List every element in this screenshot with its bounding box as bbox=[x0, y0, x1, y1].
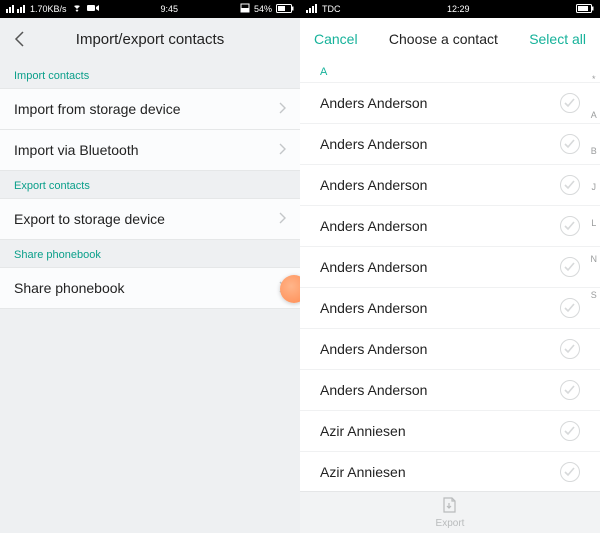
checkbox-circle[interactable] bbox=[560, 339, 580, 359]
contacts-list[interactable]: A Anders Anderson Anders Anderson Anders A… bbox=[300, 60, 600, 491]
status-carrier: TDC bbox=[322, 4, 341, 14]
contact-row[interactable]: Anders Anderson bbox=[300, 247, 600, 288]
checkbox-circle[interactable] bbox=[560, 134, 580, 154]
wifi-icon bbox=[71, 3, 83, 15]
row-label: Import from storage device bbox=[14, 101, 181, 117]
checkbox-circle[interactable] bbox=[560, 93, 580, 113]
status-battery-pct: 54% bbox=[254, 4, 272, 14]
video-icon bbox=[87, 4, 99, 14]
signal-icon bbox=[306, 3, 318, 15]
chevron-right-icon bbox=[278, 142, 286, 158]
contact-name: Anders Anderson bbox=[320, 300, 427, 316]
contact-row[interactable]: Anders Anderson bbox=[300, 165, 600, 206]
export-storage-row[interactable]: Export to storage device bbox=[0, 198, 300, 240]
section-label-share: Share phonebook bbox=[0, 239, 300, 267]
contact-name: Anders Anderson bbox=[320, 136, 427, 152]
sim-icon bbox=[240, 3, 250, 15]
select-all-button[interactable]: Select all bbox=[529, 31, 586, 47]
alpha-idx[interactable]: * bbox=[592, 74, 596, 84]
contact-row[interactable]: Anders Anderson bbox=[300, 329, 600, 370]
battery-icon bbox=[276, 4, 294, 15]
battery-icon bbox=[576, 4, 594, 15]
contact-name: Anders Anderson bbox=[320, 341, 427, 357]
screen-import-export: 1.70KB/s 9:45 54% Import/export contacts… bbox=[0, 0, 300, 533]
status-time-right: 12:29 bbox=[341, 4, 577, 14]
cancel-button[interactable]: Cancel bbox=[314, 31, 358, 47]
checkbox-circle[interactable] bbox=[560, 257, 580, 277]
status-time-left: 9:45 bbox=[99, 4, 240, 14]
checkbox-circle[interactable] bbox=[560, 421, 580, 441]
signal-icon bbox=[6, 3, 26, 15]
contact-name: Anders Anderson bbox=[320, 382, 427, 398]
header-left: Import/export contacts bbox=[0, 18, 300, 60]
section-label-import: Import contacts bbox=[0, 60, 300, 88]
contact-name: Anders Anderson bbox=[320, 218, 427, 234]
import-storage-row[interactable]: Import from storage device bbox=[0, 88, 300, 130]
page-title: Choose a contact bbox=[389, 31, 498, 47]
export-icon bbox=[441, 497, 459, 516]
contact-row[interactable]: Anders Anderson bbox=[300, 370, 600, 411]
export-label: Export bbox=[436, 518, 465, 529]
status-bar-right: TDC 12:29 bbox=[300, 0, 600, 18]
import-bluetooth-row[interactable]: Import via Bluetooth bbox=[0, 129, 300, 171]
contact-row[interactable]: Azir Anniesen bbox=[300, 411, 600, 452]
contact-row[interactable]: Anders Anderson bbox=[300, 288, 600, 329]
chevron-right-icon bbox=[278, 101, 286, 117]
contact-row[interactable]: Azir Anniesen bbox=[300, 452, 600, 491]
contact-row[interactable]: Anders Anderson bbox=[300, 82, 600, 124]
settings-list: Import contacts Import from storage devi… bbox=[0, 60, 300, 308]
row-label: Import via Bluetooth bbox=[14, 142, 139, 158]
contact-name: Anders Anderson bbox=[320, 259, 427, 275]
share-phonebook-row[interactable]: Share phonebook bbox=[0, 267, 300, 309]
row-label: Export to storage device bbox=[14, 211, 165, 227]
alpha-idx[interactable]: S bbox=[591, 290, 597, 300]
export-button[interactable]: Export bbox=[300, 491, 600, 533]
section-label-export: Export contacts bbox=[0, 170, 300, 198]
contact-name: Azir Anniesen bbox=[320, 423, 406, 439]
index-letter: A bbox=[300, 60, 600, 82]
contact-name: Anders Anderson bbox=[320, 177, 427, 193]
header-right: Cancel Choose a contact Select all bbox=[300, 18, 600, 60]
alpha-idx[interactable]: L bbox=[591, 218, 596, 228]
screen-choose-contact: TDC 12:29 Cancel Choose a contact Select… bbox=[300, 0, 600, 533]
checkbox-circle[interactable] bbox=[560, 175, 580, 195]
status-network: 1.70KB/s bbox=[30, 4, 67, 14]
contact-row[interactable]: Anders Anderson bbox=[300, 124, 600, 165]
alpha-scrollbar[interactable]: * A B J L N S bbox=[591, 74, 598, 300]
chevron-right-icon bbox=[278, 211, 286, 227]
contact-name: Anders Anderson bbox=[320, 95, 427, 111]
alpha-idx[interactable]: A bbox=[591, 110, 597, 120]
alpha-idx[interactable]: J bbox=[592, 182, 597, 192]
contact-name: Azir Anniesen bbox=[320, 464, 406, 480]
alpha-idx[interactable]: B bbox=[591, 146, 597, 156]
checkbox-circle[interactable] bbox=[560, 462, 580, 482]
row-label: Share phonebook bbox=[14, 280, 125, 296]
alpha-idx[interactable]: N bbox=[591, 254, 598, 264]
checkbox-circle[interactable] bbox=[560, 216, 580, 236]
checkbox-circle[interactable] bbox=[560, 380, 580, 400]
contact-row[interactable]: Anders Anderson bbox=[300, 206, 600, 247]
status-bar-left: 1.70KB/s 9:45 54% bbox=[0, 0, 300, 18]
page-title: Import/export contacts bbox=[14, 31, 286, 48]
checkbox-circle[interactable] bbox=[560, 298, 580, 318]
